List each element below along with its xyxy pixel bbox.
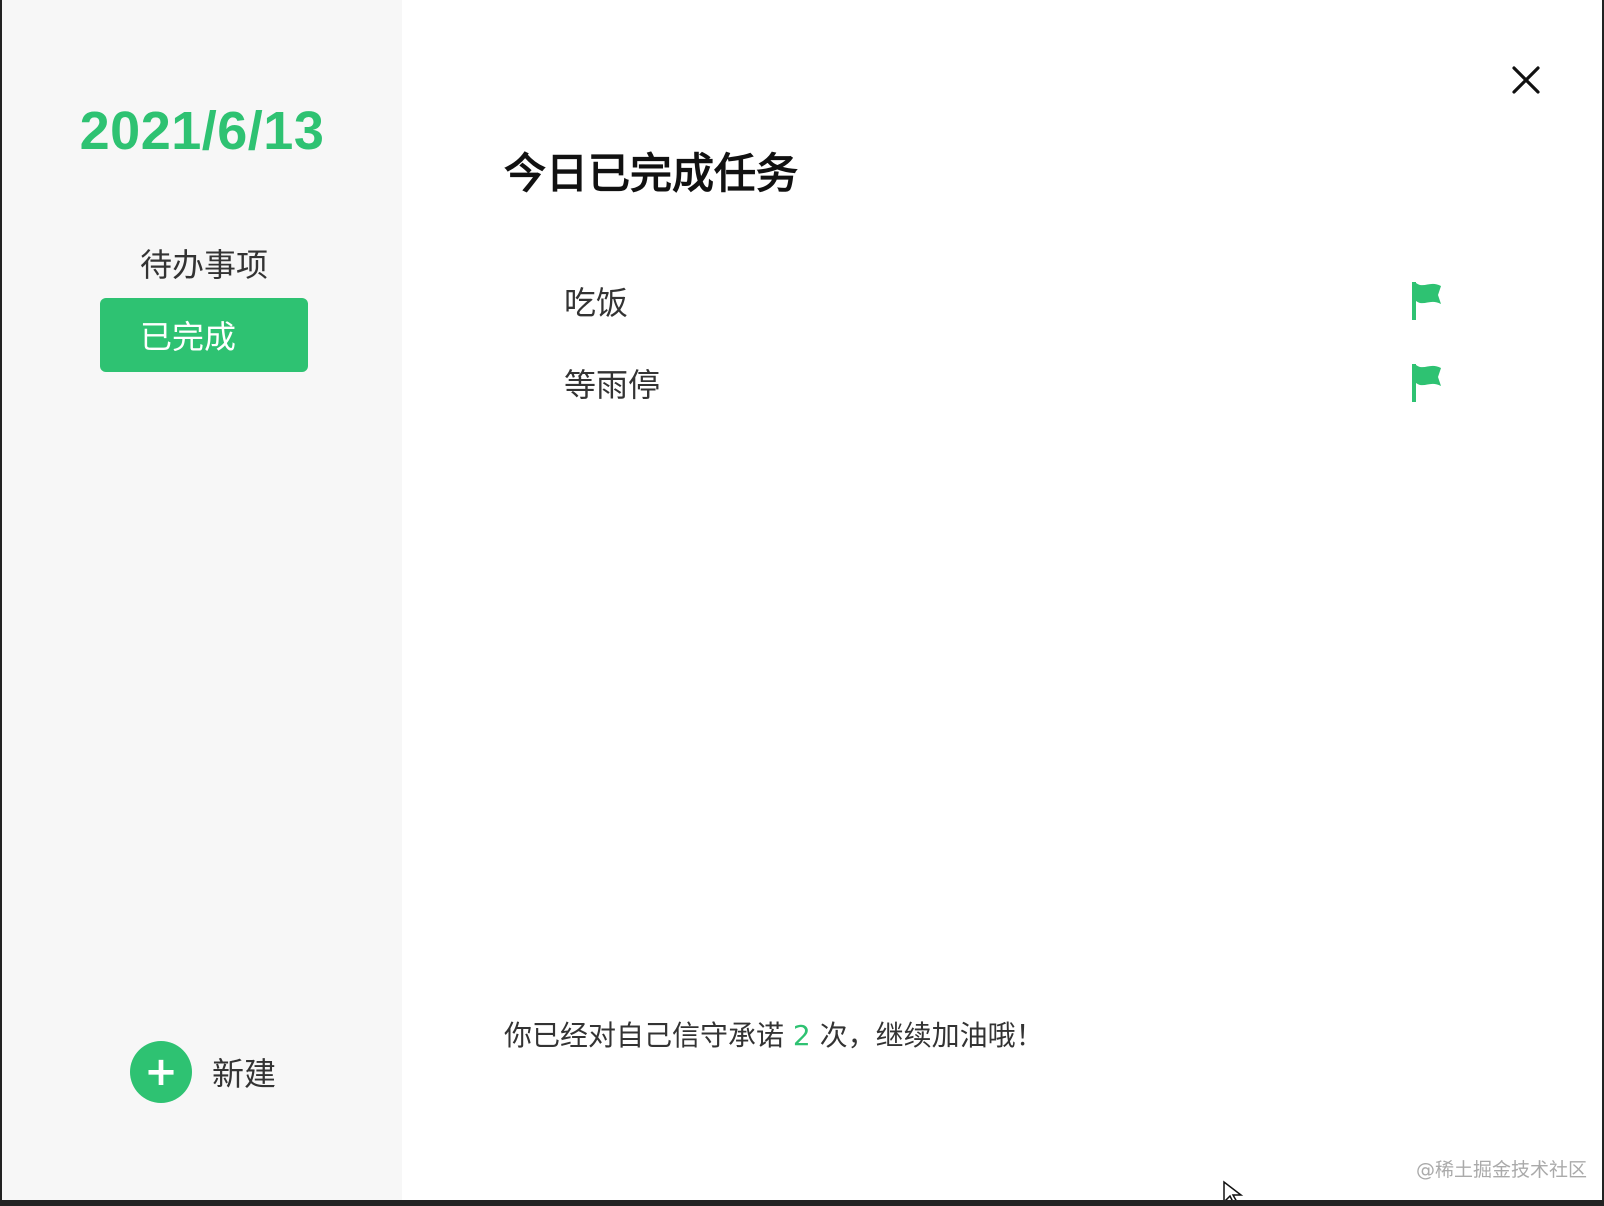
sidebar: 2021/6/13 待办事项 已完成 + 新建 (2, 0, 402, 1200)
task-label: 吃饭 (564, 284, 629, 322)
task-label: 等雨停 (564, 366, 661, 404)
flag-icon[interactable] (1408, 362, 1444, 404)
watermark: @稀土掘金技术社区 (1416, 1159, 1588, 1181)
flag-icon[interactable] (1408, 280, 1444, 322)
task-row: 吃饭 (504, 260, 1444, 342)
summary-prefix: 你已经对自己信守承诺 (504, 1019, 793, 1052)
current-date: 2021/6/13 (79, 101, 325, 161)
completion-summary: 你已经对自己信守承诺 2 次，继续加油哦！ (504, 1014, 1044, 1054)
task-row: 等雨停 (504, 342, 1444, 424)
summary-suffix: 次，继续加油哦！ (810, 1019, 1044, 1052)
completed-count: 2 (792, 1019, 811, 1052)
plus-icon[interactable]: + (130, 1041, 192, 1103)
completed-task-list: 吃饭 等雨停 (504, 260, 1444, 424)
mouse-cursor-icon (1222, 1180, 1248, 1200)
nav-item-completed[interactable]: 已完成 (100, 298, 308, 372)
app-window: 2021/6/13 待办事项 已完成 + 新建 今日已完成任务 吃饭 等雨停 你… (0, 0, 1604, 1206)
page-title: 今日已完成任务 (504, 149, 799, 198)
nav-item-todo[interactable]: 待办事项 (100, 226, 308, 300)
close-icon[interactable] (1506, 60, 1546, 100)
new-task-label[interactable]: 新建 (212, 1049, 276, 1095)
new-task-button[interactable]: + 新建 (130, 1040, 276, 1104)
